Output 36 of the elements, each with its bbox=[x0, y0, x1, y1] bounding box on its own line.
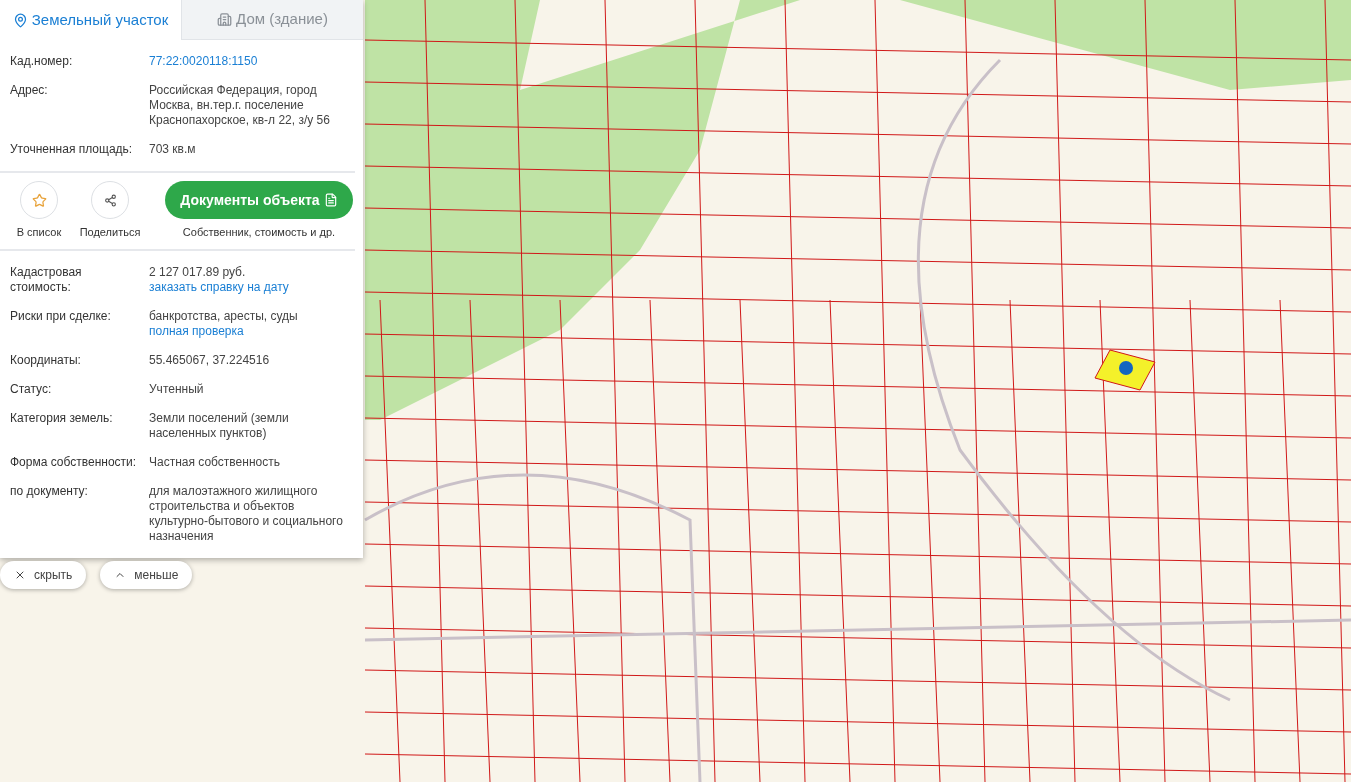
panel-control-button[interactable]: скрыть bbox=[0, 561, 87, 589]
field-label: Категория земель: bbox=[10, 410, 114, 427]
tab[interactable]: Дом (здание) bbox=[181, 0, 363, 40]
field-value: Российская Федерация, город Москва, вн.тер.г. поселение Краснопахорское, кв-л 22, з/у 56 bbox=[149, 83, 331, 128]
field-label: Риски при сделке: bbox=[10, 308, 112, 325]
panel-control-button[interactable]: меньше bbox=[100, 561, 193, 589]
field-value: 703 кв.м bbox=[149, 142, 196, 157]
field-label: Кад.номер: bbox=[10, 54, 74, 69]
close-icon bbox=[14, 569, 26, 581]
document-icon bbox=[323, 193, 338, 207]
documents-button[interactable]: Документы объекта bbox=[165, 181, 353, 219]
tab[interactable]: Земельный участок bbox=[0, 0, 181, 40]
field-value: 55.465067, 37.224516 bbox=[149, 352, 270, 368]
map-pin-icon bbox=[12, 12, 28, 28]
field-label: Координаты: bbox=[10, 352, 82, 368]
building-icon bbox=[217, 12, 233, 27]
field-label: по документу: bbox=[10, 483, 89, 500]
documents-note: Собственник, стоимость и др. bbox=[182, 225, 336, 240]
info-link[interactable]: заказать справку на дату bbox=[149, 279, 289, 295]
field-value: Земли поселений (земли населенных пунктов) bbox=[149, 410, 290, 441]
star-icon bbox=[31, 192, 47, 208]
info-link[interactable]: 77:22:0020118:1150 bbox=[149, 54, 258, 69]
share-label: Поделиться bbox=[79, 225, 141, 240]
favorite-label: В список bbox=[16, 225, 62, 240]
field-label: Кадастровая стоимость: bbox=[10, 264, 83, 295]
field-label: Уточненная площадь: bbox=[10, 142, 134, 157]
field-label: Форма собственности: bbox=[10, 454, 138, 470]
field-value: Частная собственность bbox=[149, 454, 280, 470]
info-link[interactable]: полная проверка bbox=[149, 323, 298, 339]
field-label: Статус: bbox=[10, 381, 53, 397]
field-value: для малоэтажного жилищного строительства и объектов культурно-бытового и социального назначения bbox=[149, 483, 344, 544]
field-value: 2 127 017.89 руб. bbox=[149, 264, 247, 280]
field-value: Учтенный bbox=[149, 381, 204, 397]
field-label: Адрес: bbox=[10, 83, 49, 99]
field-value: банкротства, аресты, суды bbox=[149, 308, 298, 324]
share-icon bbox=[103, 193, 117, 207]
